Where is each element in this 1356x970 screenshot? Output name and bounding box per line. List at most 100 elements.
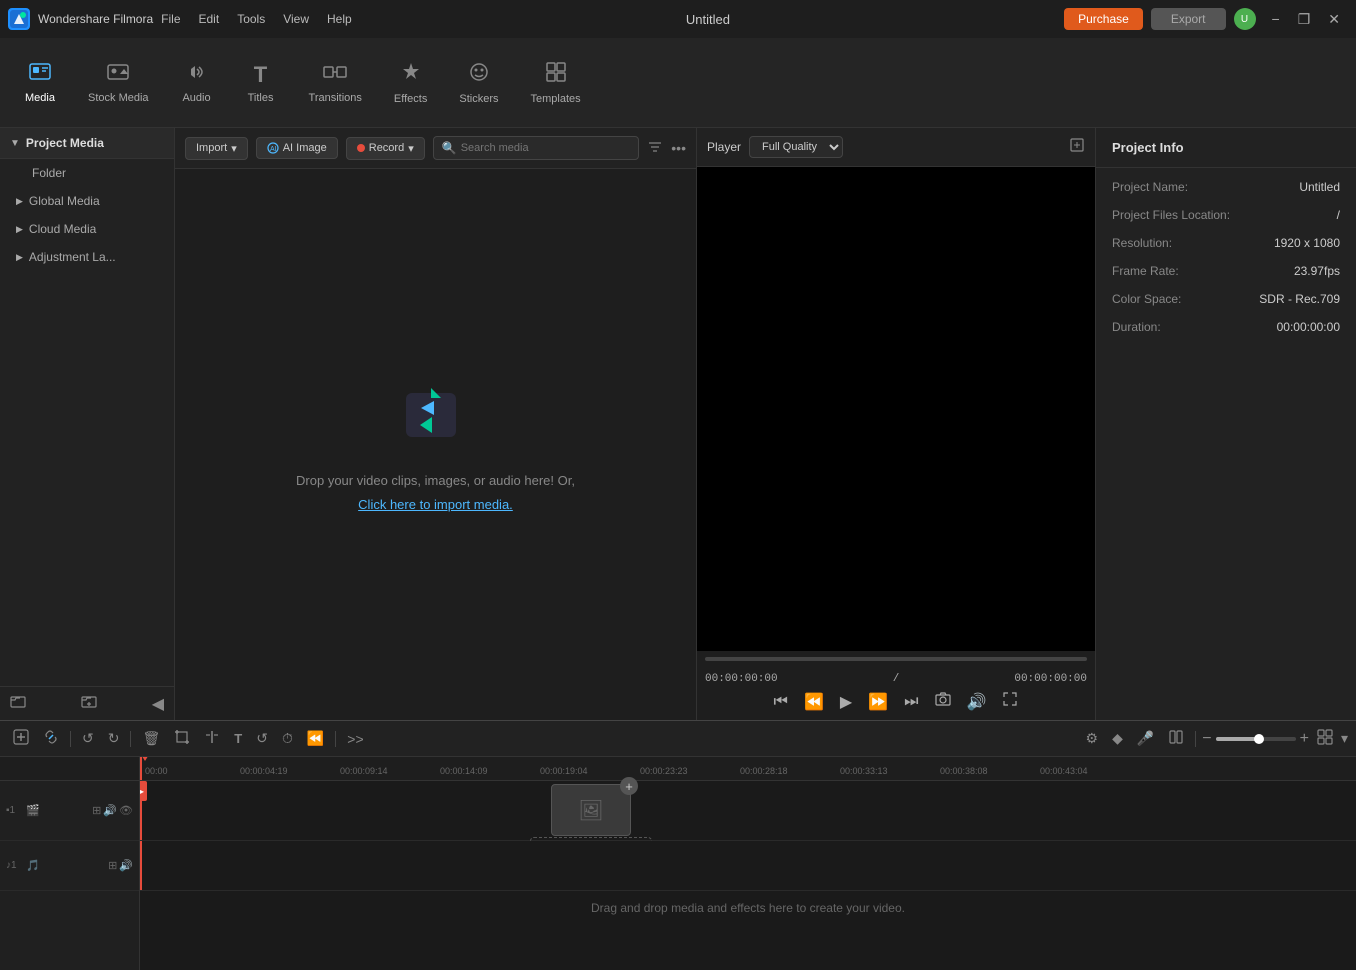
tool-effects[interactable]: Effects [380, 55, 441, 111]
link-button[interactable] [38, 727, 64, 750]
import-link[interactable]: Click here to import media. [358, 497, 513, 512]
project-media-title: Project Media [26, 136, 104, 150]
sidebar-item-folder[interactable]: Folder [0, 159, 174, 187]
sidebar-item-global-media[interactable]: ▶ Global Media [0, 187, 174, 215]
tl-settings-button[interactable]: ⚙ [1081, 728, 1104, 749]
speed-button[interactable]: ⏱ [277, 728, 298, 749]
tool-audio[interactable]: Audio [167, 56, 227, 110]
sidebar-item-adjustment-layer[interactable]: ▶ Adjustment La... [0, 243, 174, 271]
quality-select[interactable]: Full Quality [749, 136, 843, 158]
split-button[interactable] [199, 727, 225, 750]
video-track-icon[interactable]: 🎬 [26, 804, 40, 817]
sidebar-item-cloud-media[interactable]: ▶ Cloud Media [0, 215, 174, 243]
more-tl-tools-button[interactable]: >> [342, 729, 368, 749]
audio-track-mute-button[interactable]: 🔊 [119, 859, 133, 872]
tool-stickers[interactable]: Stickers [445, 55, 512, 111]
import-button[interactable]: Import ▾ [185, 137, 248, 160]
tl-divider-3 [335, 731, 336, 747]
rotate-button[interactable]: ↺ [251, 728, 273, 749]
templates-label: Templates [530, 93, 580, 105]
menu-file[interactable]: File [161, 12, 180, 26]
add-folder-button[interactable] [10, 693, 26, 714]
layout-options-button[interactable]: ▾ [1341, 730, 1348, 747]
delete-button[interactable]: 🗑 [137, 728, 165, 749]
close-button[interactable]: ✕ [1320, 9, 1348, 30]
add-track-button[interactable] [8, 727, 34, 750]
new-folder-button[interactable] [81, 693, 97, 714]
tool-titles[interactable]: T Titles [231, 56, 291, 110]
effects-icon [400, 61, 422, 89]
record-button[interactable]: Record ▾ [346, 137, 425, 160]
skip-forward-button[interactable]: ⏭ [900, 691, 922, 713]
video-track-mute-button[interactable]: 🔊 [103, 804, 117, 817]
tool-stock-media[interactable]: Stock Media [74, 56, 163, 110]
collapse-panel-button[interactable]: ◀ [152, 694, 164, 714]
titles-label: Titles [248, 92, 274, 104]
purchase-button[interactable]: Purchase [1064, 8, 1143, 30]
progress-bar[interactable] [705, 657, 1087, 661]
play-button[interactable]: ▶ [836, 690, 856, 714]
player-settings-button[interactable] [1069, 137, 1085, 158]
timeline-content: ▪1 🎬 ⊞ 🔊 👁 ♪1 🎵 ⊞ 🔊 [0, 757, 1356, 970]
audio-track-fit-button[interactable]: ⊞ [108, 859, 117, 872]
right-panel: Project Info Project Name: Untitled Proj… [1096, 128, 1356, 720]
minimize-button[interactable]: − [1264, 9, 1288, 30]
scene-detect-button[interactable] [1163, 727, 1189, 750]
text-button[interactable]: T [229, 729, 247, 748]
avatar: U [1234, 8, 1256, 30]
zoom-out-button[interactable]: − [1202, 730, 1211, 748]
menu-help[interactable]: Help [327, 12, 352, 26]
video-track-lane[interactable]: ▶ 🖼 + [140, 781, 1356, 841]
menu-tools[interactable]: Tools [237, 12, 265, 26]
voiceover-button[interactable]: 🎤 [1132, 728, 1159, 749]
ai-image-button[interactable]: AI AI Image [256, 137, 338, 159]
filmora-drop-icon [396, 373, 476, 453]
search-box: 🔍 [433, 136, 640, 160]
crop-button[interactable] [169, 727, 195, 750]
reverse-button[interactable]: ⏪ [302, 728, 329, 749]
zoom-in-button[interactable]: + [1300, 730, 1309, 748]
tool-transitions[interactable]: Transitions [295, 56, 376, 110]
menu-view[interactable]: View [283, 12, 309, 26]
transitions-label: Transitions [309, 92, 362, 104]
project-info-title: Project Info [1112, 140, 1184, 155]
total-time: 00:00:00:00 [1014, 673, 1087, 685]
track-ruler-header [0, 757, 139, 781]
clip-keyframe-button[interactable]: ◆ [1107, 728, 1128, 749]
folder-label: Folder [32, 166, 66, 180]
step-back-button[interactable]: ⏪ [800, 690, 828, 714]
tl-divider-1 [70, 731, 71, 747]
restore-button[interactable]: ❐ [1290, 9, 1319, 30]
project-location-label: Project Files Location: [1112, 208, 1230, 222]
menu-edit[interactable]: Edit [199, 12, 220, 26]
playback-controls: ⏮ ⏪ ▶ ⏩ ⏭ 🔊 [705, 689, 1087, 714]
filter-button[interactable] [647, 139, 663, 158]
redo-button[interactable]: ↻ [103, 728, 125, 749]
global-media-label: Global Media [29, 194, 100, 208]
colorspace-label: Color Space: [1112, 292, 1181, 306]
video-track-fit-button[interactable]: ⊞ [92, 804, 101, 817]
main-toolbar: Media Stock Media Audio T Titles Transit… [0, 38, 1356, 128]
info-row-duration: Duration: 00:00:00:00 [1112, 320, 1340, 334]
step-forward-button[interactable]: ⏩ [864, 690, 892, 714]
volume-button[interactable]: 🔊 [963, 690, 991, 714]
timeline-grid-button[interactable] [1317, 729, 1333, 748]
fullscreen-button[interactable] [998, 689, 1022, 714]
snapshot-button[interactable] [931, 689, 955, 714]
zoom-slider[interactable] [1216, 737, 1296, 741]
tool-media[interactable]: Media [10, 56, 70, 110]
export-button[interactable]: Export [1151, 8, 1226, 30]
add-clip-badge[interactable]: + [620, 777, 638, 795]
more-options-button[interactable]: ••• [671, 140, 686, 156]
undo-button[interactable]: ↺ [77, 728, 99, 749]
audio-track-icon[interactable]: 🎵 [26, 859, 40, 872]
skip-back-button[interactable]: ⏮ [770, 691, 792, 713]
search-input[interactable] [461, 142, 631, 154]
search-icon: 🔍 [442, 141, 457, 155]
tool-templates[interactable]: Templates [516, 55, 594, 111]
effects-label: Effects [394, 93, 427, 105]
stock-media-icon [106, 62, 130, 88]
audio-track-lane[interactable] [140, 841, 1356, 891]
video-track-hide-button[interactable]: 👁 [119, 804, 133, 817]
tl-divider-4 [1195, 731, 1196, 747]
